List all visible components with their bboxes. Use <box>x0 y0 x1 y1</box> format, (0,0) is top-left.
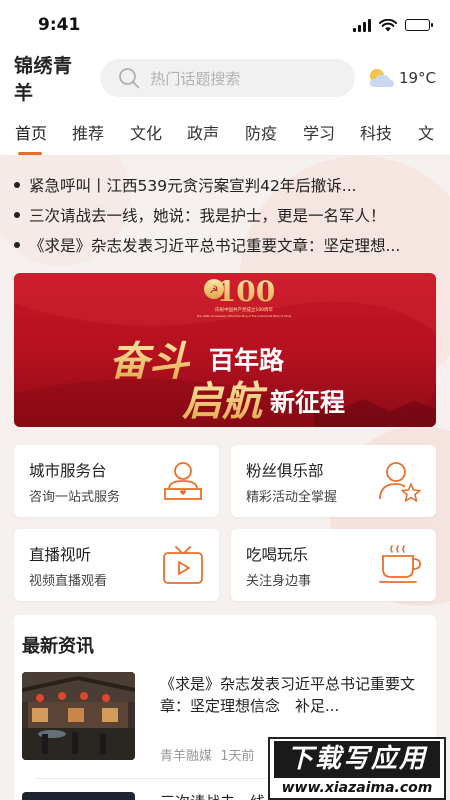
service-card-live[interactable]: 直播视听 视频直播观看 <box>14 529 219 601</box>
temperature: 19°C <box>398 69 436 87</box>
tab-tech[interactable]: 科技 <box>360 120 392 144</box>
banner-artwork: ☭ 100 庆祝中国共产党成立100周年 The 100th Anniversa… <box>14 273 436 427</box>
watermark-text: 下载写应用 <box>274 741 440 778</box>
headline-item[interactable]: 紧急呼叫丨江西539元贪污案宣判42年后撤诉... <box>14 170 440 200</box>
tab-politics[interactable]: 政声 <box>187 120 219 144</box>
badge-caption-cn: 庆祝中国共产党成立100周年 <box>215 306 274 313</box>
status-icons <box>353 18 433 32</box>
tab-culture[interactable]: 文化 <box>130 120 162 144</box>
card-subtitle: 咨询一站式服务 <box>29 490 121 505</box>
slogan-line1-small: 百年路 <box>209 346 285 375</box>
card-title: 吃喝玩乐 <box>246 546 309 564</box>
app-logo: 锦绣青羊 <box>14 55 73 104</box>
tv-play-icon <box>163 546 203 584</box>
headline-item[interactable]: 《求是》杂志发表习近平总书记重要文章：坚定理想... <box>14 230 440 260</box>
slogan-line2-big: 启航 <box>182 378 268 425</box>
app-header: 锦绣青羊 热门话题搜索 19°C <box>0 50 450 106</box>
card-subtitle: 精彩活动全掌握 <box>246 490 338 505</box>
headline-list: 紧急呼叫丨江西539元贪污案宣判42年后撤诉... 三次请战去一线，她说：我是护… <box>14 170 440 260</box>
section-title: 最新资讯 <box>22 636 94 657</box>
coffee-cup-icon <box>379 545 421 583</box>
headline-item[interactable]: 三次请战去一线，她说：我是护士，更是一名军人！ <box>14 200 440 230</box>
tab-home[interactable]: 首页 <box>15 120 47 144</box>
card-title: 粉丝俱乐部 <box>246 462 324 480</box>
bullet-dot <box>14 242 20 248</box>
service-desk-icon <box>164 462 202 500</box>
news-item-meta: 青羊融媒 1天前 <box>160 745 255 764</box>
news-thumbnail[interactable] <box>22 792 135 800</box>
tab-more-cut[interactable]: 文 <box>418 120 434 144</box>
service-card-fan-club[interactable]: 粉丝俱乐部 精彩活动全掌握 <box>231 445 436 517</box>
hero-banner[interactable]: ☭ 100 庆祝中国共产党成立100周年 The 100th Anniversa… <box>14 273 436 427</box>
street-photo <box>22 672 135 760</box>
news-source: 青羊融媒 <box>160 749 213 764</box>
tab-epidemic[interactable]: 防疫 <box>245 120 277 144</box>
watermark-url: www.xiazaima.com <box>281 780 433 796</box>
slogan-line2-small: 新征程 <box>270 388 345 417</box>
status-bar: 9:41 <box>0 0 450 50</box>
tab-study[interactable]: 学习 <box>303 120 335 144</box>
bullet-dot <box>14 212 20 218</box>
news-thumbnail[interactable] <box>22 672 135 760</box>
badge-caption-en: The 100th Anniversary of the Founding of… <box>197 314 292 318</box>
search-placeholder: 热门话题搜索 <box>150 69 241 88</box>
signal-icon <box>353 18 371 32</box>
news-time: 1天前 <box>220 749 255 764</box>
service-card-food-fun[interactable]: 吃喝玩乐 关注身边事 <box>231 529 436 601</box>
tab-recommend[interactable]: 推荐 <box>72 120 104 144</box>
search-icon <box>119 68 140 89</box>
category-tabs: 首页 推荐 文化 政声 防疫 学习 科技 文 <box>0 106 450 156</box>
card-subtitle: 关注身边事 <box>246 574 312 589</box>
partly-cloudy-icon <box>369 69 394 87</box>
search-bar[interactable]: 热门话题搜索 <box>100 59 355 97</box>
news-item-title[interactable]: 《求是》杂志发表习近平总书记重要文章：坚定理想信念 补足... <box>160 673 420 717</box>
service-card-city-desk[interactable]: 城市服务台 咨询一站式服务 <box>14 445 219 517</box>
card-subtitle: 视频直播观看 <box>29 574 108 589</box>
weather-widget[interactable]: 19°C <box>367 67 436 89</box>
slogan-line1-big: 奋斗 <box>109 338 191 385</box>
centenary-number: 100 <box>217 275 275 308</box>
bullet-dot <box>14 182 20 188</box>
fan-club-icon <box>379 462 421 502</box>
battery-icon <box>405 19 433 31</box>
card-title: 直播视听 <box>29 546 92 564</box>
active-tab-indicator <box>18 152 42 155</box>
card-title: 城市服务台 <box>29 462 107 480</box>
status-time: 9:41 <box>38 15 81 35</box>
wifi-icon <box>379 18 397 31</box>
site-watermark: 下载写应用 www.xiazaima.com <box>268 737 446 800</box>
